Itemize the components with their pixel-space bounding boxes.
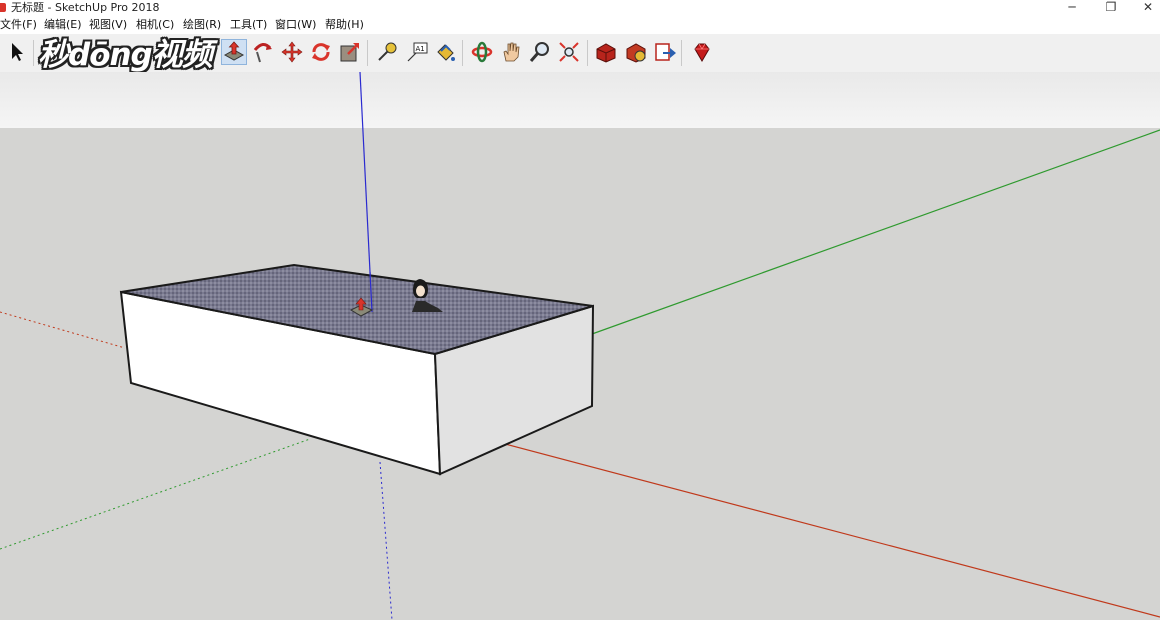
select-arrow-icon [12, 43, 23, 61]
3d-warehouse-icon [596, 43, 616, 63]
scale-tool-button[interactable] [337, 39, 363, 65]
follow-me-icon [253, 43, 272, 63]
zoom-extents-icon [559, 42, 579, 62]
menu-edit[interactable]: 编辑(E) [43, 16, 83, 34]
ruby-console-button[interactable] [689, 39, 715, 65]
3d-warehouse-button[interactable] [593, 39, 619, 65]
rotate-tool-button[interactable] [308, 39, 334, 65]
sky [0, 72, 1160, 128]
toolbar-separator [33, 40, 34, 66]
close-button[interactable]: ✕ [1130, 0, 1160, 16]
text-tool-button[interactable]: A1 [404, 39, 430, 65]
menu-draw[interactable]: 绘图(R) [182, 16, 222, 34]
text-icon: A1 [407, 42, 428, 62]
paint-bucket-icon [437, 44, 455, 61]
pan-tool-button[interactable] [498, 39, 524, 65]
move-tool-button[interactable] [279, 39, 305, 65]
window-title: 无标题 - SketchUp Pro 2018 [11, 1, 160, 14]
menu-file[interactable]: 文件(F) [0, 16, 38, 34]
video-watermark-logo: 秒dōng视频 [38, 37, 213, 73]
tape-measure-tool-button[interactable] [374, 39, 400, 65]
menu-bar: 文件(F) 编辑(E) 视图(V) 相机(C) 绘图(R) 工具(T) 窗口(W… [0, 16, 1160, 34]
toolbar-separator [681, 40, 682, 66]
ruby-console-icon [694, 43, 710, 62]
extension-warehouse-icon [626, 43, 646, 63]
push-pull-icon [223, 41, 245, 61]
pan-icon [503, 42, 520, 62]
minimize-button[interactable]: ─ [1054, 0, 1090, 16]
sketchup-app-icon [0, 3, 6, 12]
viewport-canvas [0, 72, 1160, 620]
zoom-tool-button[interactable] [527, 39, 553, 65]
modeling-viewport[interactable] [0, 72, 1160, 620]
menu-view[interactable]: 视图(V) [88, 16, 128, 34]
menu-camera[interactable]: 相机(C) [135, 16, 175, 34]
orbit-tool-button[interactable] [469, 39, 495, 65]
zoom-icon [529, 42, 549, 62]
toolbar-separator [462, 40, 463, 66]
toolbar-separator [367, 40, 368, 66]
select-tool-button[interactable] [3, 39, 29, 65]
rotate-icon [312, 43, 330, 61]
follow-me-tool-button[interactable] [250, 39, 276, 65]
toolbar-separator [587, 40, 588, 66]
paint-bucket-tool-button[interactable] [432, 39, 458, 65]
extension-warehouse-button[interactable] [623, 39, 649, 65]
orbit-icon [471, 41, 493, 63]
move-icon [281, 41, 303, 63]
restore-button[interactable]: ❐ [1093, 0, 1129, 16]
tape-measure-icon [378, 42, 397, 61]
title-bar: 无标题 - SketchUp Pro 2018 ─ ❐ ✕ [0, 0, 1160, 16]
send-to-layout-icon [655, 43, 676, 61]
zoom-extents-tool-button[interactable] [556, 39, 582, 65]
menu-help[interactable]: 帮助(H) [324, 16, 365, 34]
menu-window[interactable]: 窗口(W) [274, 16, 317, 34]
text-icon-label: A1 [416, 45, 425, 53]
menu-tools[interactable]: 工具(T) [229, 16, 268, 34]
send-to-layout-button[interactable] [652, 39, 678, 65]
push-pull-tool-button[interactable] [221, 39, 247, 65]
scale-icon [340, 43, 359, 62]
